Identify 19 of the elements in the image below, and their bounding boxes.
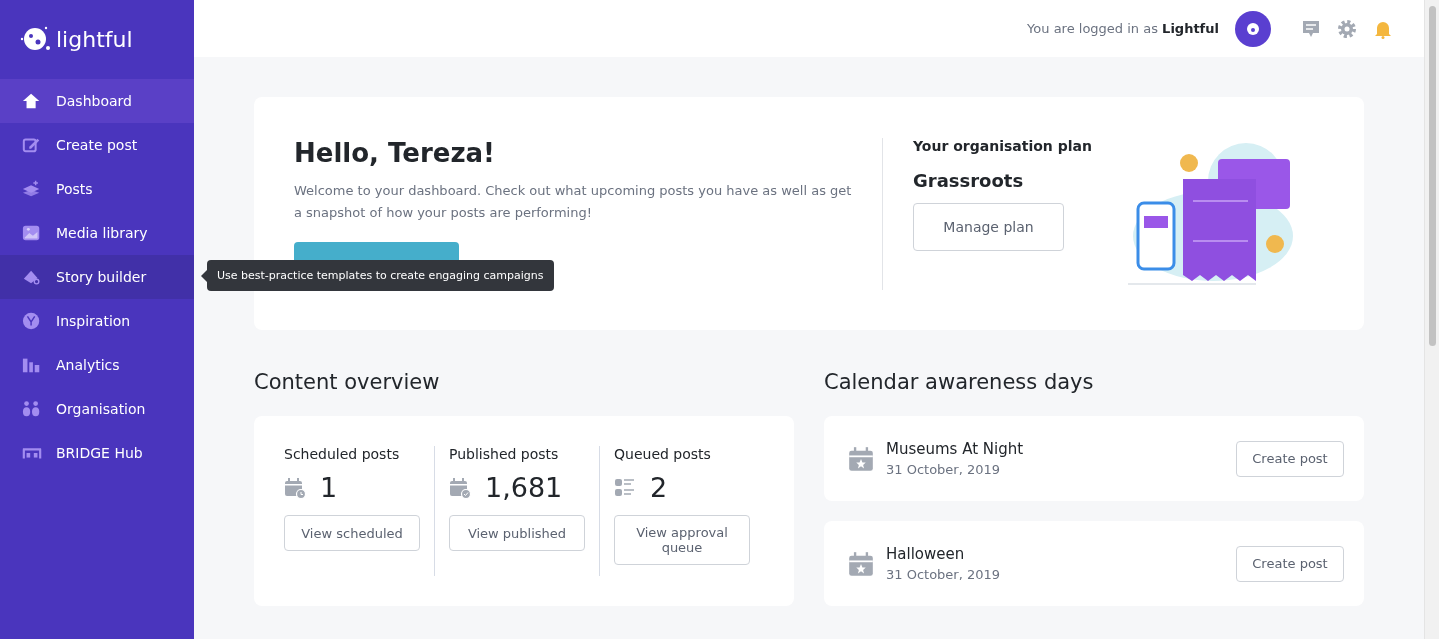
logo-text: lightful — [56, 27, 133, 52]
day-date: 31 October, 2019 — [886, 567, 1002, 582]
day-date: 31 October, 2019 — [886, 462, 1002, 477]
stat-value: 1 — [320, 472, 338, 503]
stat-label: Scheduled posts — [284, 446, 401, 462]
stat-value: 1,681 — [485, 472, 563, 503]
stat-label: Published posts — [449, 446, 560, 462]
welcome-text: Welcome to your dashboard. Check out what upcoming posts you have as well as get a snapshot of how your posts are performing! — [294, 181, 853, 222]
day-name: Halloween — [886, 545, 966, 563]
stat-label: Queued posts — [614, 446, 712, 462]
plan-label: Your organisation plan — [913, 137, 1092, 154]
tooltip: Use best-practice templates to create engaging campaigns — [207, 260, 554, 291]
day-name: Museums At Night — [886, 440, 1025, 458]
welcome-title: Hello, Tereza! — [294, 137, 496, 168]
plan-name: Grassroots — [913, 169, 1025, 191]
stat-value: 2 — [650, 472, 668, 503]
section-title: Content overview — [254, 370, 441, 394]
section-title: Calendar awareness days — [824, 370, 1095, 394]
login-status: You are logged in as Lightful — [1027, 21, 1219, 36]
